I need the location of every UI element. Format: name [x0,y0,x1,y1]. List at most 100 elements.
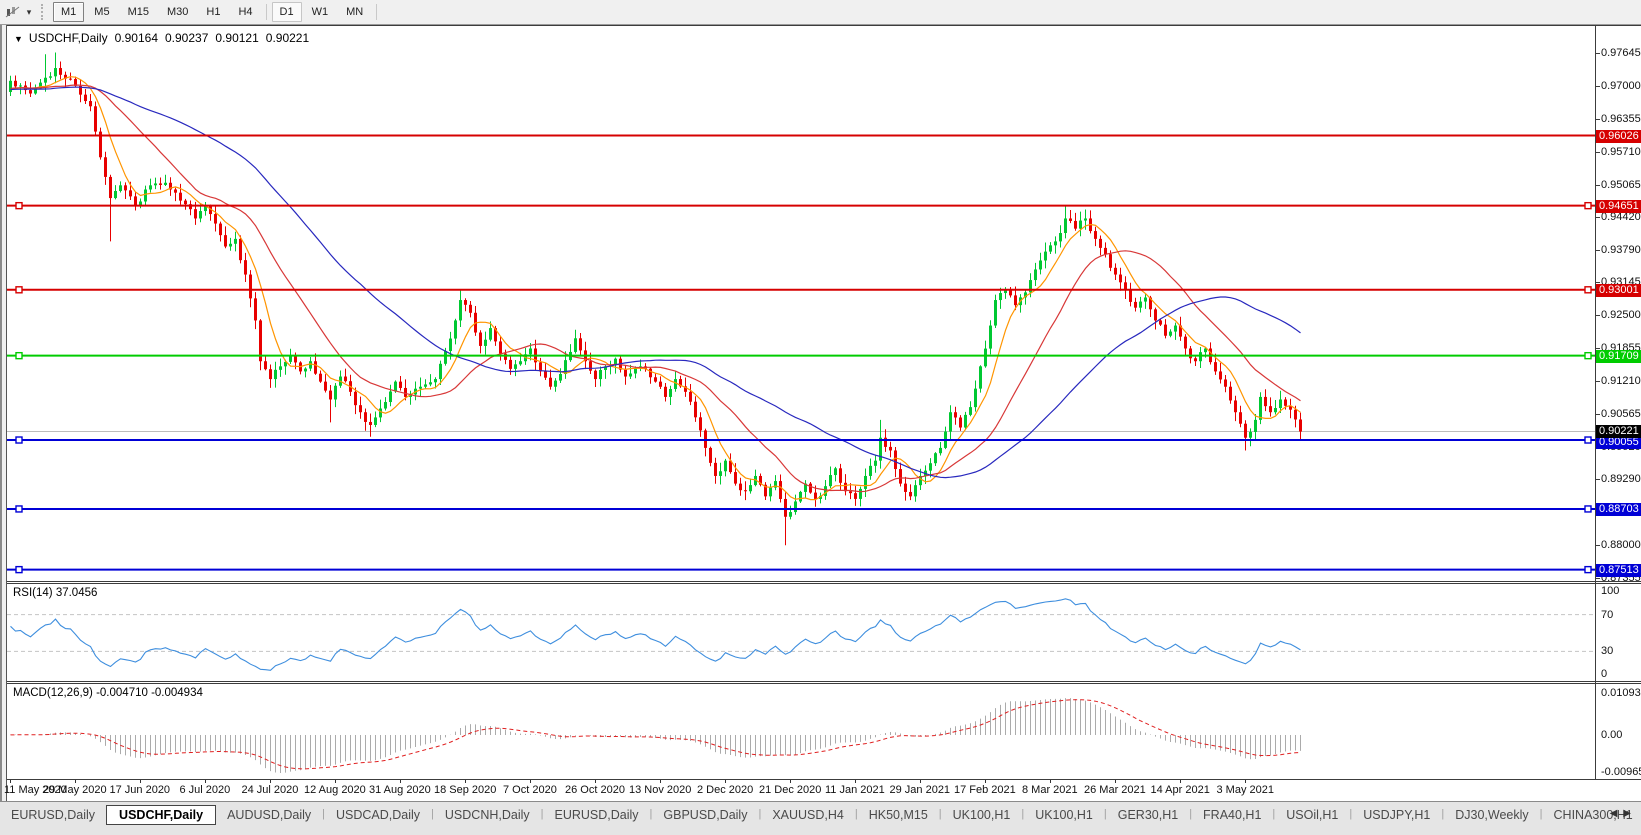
hline-handle[interactable] [16,203,22,209]
candle-body [854,493,857,499]
timeframe-button-w1[interactable]: W1 [304,2,337,22]
candle-body [244,260,247,274]
hline-handle[interactable] [16,287,22,293]
timeframe-button-h1[interactable]: H1 [198,2,228,22]
date-tick-label: 13 Nov 2020 [629,784,691,796]
ma-21-line[interactable] [11,85,1301,492]
hline-handle[interactable] [16,506,22,512]
timeframe-button-m5[interactable]: M5 [86,2,117,22]
hline-price-label: 0.88703 [1596,503,1641,516]
candle-body [364,412,367,422]
hline-handle[interactable] [1585,437,1591,443]
candle-body [84,95,87,101]
candle-body [574,338,577,352]
tab-scroll-right-icon[interactable]: ▶ [1623,808,1637,819]
price-tick-mark [1596,86,1600,87]
hline-handle[interactable] [1585,567,1591,573]
ma-7-line[interactable] [11,77,1301,500]
macd-plot[interactable] [7,684,1595,779]
candle-body [809,484,812,493]
candle-body [634,368,637,373]
price-tick-mark [1596,348,1600,349]
candle-body [59,68,62,75]
tab-xauusd-h4[interactable]: XAUUSD,H4 [761,806,855,824]
timeframe-button-m30[interactable]: M30 [159,2,196,22]
hline-handle[interactable] [1585,506,1591,512]
toolbar-grip[interactable] [41,4,48,20]
candle-body [1269,406,1272,412]
candle-body [404,388,407,397]
candle-body [224,235,227,246]
candle-body [434,379,437,382]
tab-uk100-h1[interactable]: UK100,H1 [942,806,1022,824]
candle-body [54,68,57,76]
date-tick-label: 2 Dec 2020 [697,784,753,796]
tab-dj30-weekly[interactable]: DJ30,Weekly [1444,806,1539,824]
tab-audusd-daily[interactable]: AUDUSD,Daily [216,806,322,824]
candle-body [239,239,242,260]
candle-body [1109,254,1112,268]
candle-body [589,361,592,370]
main-chart-plot[interactable] [7,26,1595,581]
candle-body [1014,295,1017,305]
timeframe-button-m1[interactable]: M1 [53,2,84,22]
timeframe-button-m15[interactable]: M15 [120,2,157,22]
candle-body [664,387,667,397]
timeframe-button-mn[interactable]: MN [338,2,371,22]
tab-scroll-left-icon[interactable]: ◀ [1610,808,1624,819]
tab-gbpusd-daily[interactable]: GBPUSD,Daily [652,806,758,824]
candle-body [1034,269,1037,280]
tab-usdcnh-daily[interactable]: USDCNH,Daily [434,806,541,824]
tab-usdchf-daily[interactable]: USDCHF,Daily [106,805,216,825]
price-tick-mark [1596,185,1600,186]
date-tick-label: 8 Mar 2021 [1022,784,1078,796]
candle-body [929,463,932,470]
candle-body [859,489,862,499]
ma-50-line[interactable] [11,87,1301,478]
candle-body [424,384,427,386]
price-tick-mark [1596,152,1600,153]
tab-ger30-h1[interactable]: GER30,H1 [1107,806,1189,824]
tab-uk100-h1[interactable]: UK100,H1 [1024,806,1104,824]
price-tick-mark [1596,53,1600,54]
candle-body [104,157,107,177]
candle-body [1189,348,1192,358]
chart-tools-icon[interactable] [3,3,23,21]
price-tick-label: 0.97000 [1601,80,1641,92]
hline-handle[interactable] [1585,203,1591,209]
candle-body [909,492,912,496]
candle-body [9,81,12,92]
hline-handle[interactable] [1585,287,1591,293]
hline-handle[interactable] [16,437,22,443]
timeframe-button-d1[interactable]: D1 [272,2,302,22]
toolbar-separator [266,4,267,20]
tab-usdcad-daily[interactable]: USDCAD,Daily [325,806,431,824]
hline-handle[interactable] [16,567,22,573]
date-tick-mark [1180,780,1181,783]
tab-eurusd-daily[interactable]: EURUSD,Daily [0,806,106,824]
candle-body [1079,221,1082,229]
timeframe-button-h4[interactable]: H4 [230,2,260,22]
dropdown-caret-icon[interactable]: ▾ [23,7,35,18]
hline-handle[interactable] [1585,353,1591,359]
tab-usoil-h1[interactable]: USOil,H1 [1275,806,1349,824]
candle-body [444,351,447,364]
date-tick-mark [595,780,596,783]
candle-body [464,300,467,305]
tab-eurusd-daily[interactable]: EURUSD,Daily [544,806,650,824]
tab-fra40-h1[interactable]: FRA40,H1 [1192,806,1272,824]
candle-body [49,76,52,77]
date-tick-mark [1050,780,1051,783]
candle-body [379,409,382,418]
candle-body [329,391,332,400]
candle-body [579,338,582,350]
tab-usdjpy-h1[interactable]: USDJPY,H1 [1352,806,1441,824]
candle-body [94,106,97,131]
candle-body [1044,252,1047,261]
rsi-plot[interactable] [7,584,1595,681]
hline-handle[interactable] [16,353,22,359]
tab-hk50-m15[interactable]: HK50,M15 [858,806,939,824]
date-tick-label: 29 May 2020 [43,784,107,796]
date-tick-label: 29 Jan 2021 [890,784,951,796]
candle-body [249,275,252,299]
